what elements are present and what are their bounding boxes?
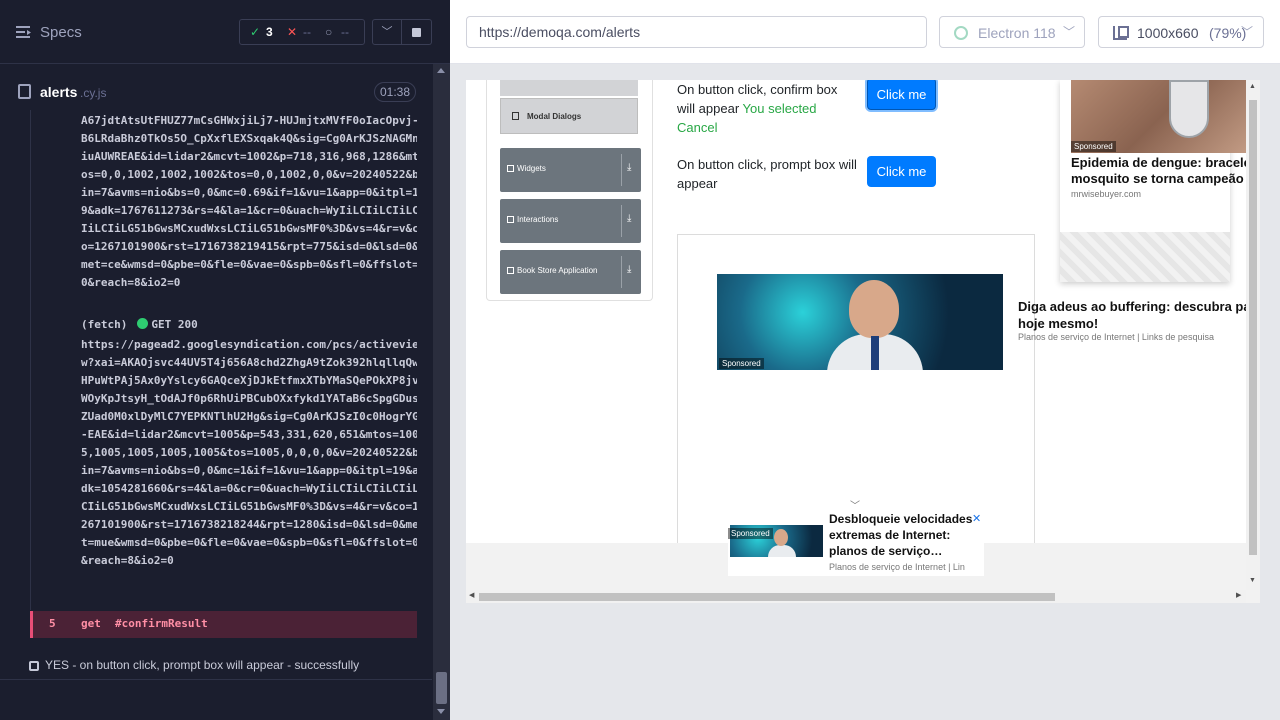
widgets-icon bbox=[507, 165, 514, 172]
log-fetch-url[interactable]: https://pagead2.googlesyndication.com/pc… bbox=[81, 336, 417, 570]
chevron-down-icon[interactable]: ﹀ bbox=[372, 19, 402, 45]
site-left-menu: Modal Dialogs Widgets ⤓ Interactions ⤓ B… bbox=[486, 80, 653, 301]
frame-vertical-scrollbar[interactable]: ▲ ▼ bbox=[1246, 80, 1260, 590]
ad-person-head bbox=[774, 529, 788, 546]
ad-image: Sponsored bbox=[1071, 80, 1251, 153]
divider bbox=[621, 256, 622, 288]
bottom-ad[interactable]: Sponsored Desbloqueie velocidades extrem… bbox=[728, 508, 984, 576]
command-argument: #confirmResult bbox=[115, 617, 208, 630]
divider bbox=[621, 154, 622, 186]
menu-item-modal-dialogs[interactable]: Modal Dialogs bbox=[500, 98, 638, 134]
scroll-up-icon[interactable] bbox=[437, 68, 445, 73]
stop-button[interactable] bbox=[402, 19, 432, 45]
fetch-log-line[interactable]: (fetch) GET 200 bbox=[81, 318, 198, 331]
test-stats: ✓ 3 ✕ -- ○ -- bbox=[239, 19, 365, 45]
prompt-button[interactable]: Click me bbox=[867, 156, 936, 187]
reporter-panel: Specs ✓ 3 ✕ -- ○ -- ﹀ alerts .cy.js 01:3… bbox=[0, 0, 450, 720]
menu-group-book-store[interactable]: Book Store Application ⤓ bbox=[500, 250, 641, 294]
menu-group-label: Interactions bbox=[517, 215, 559, 224]
command-name: get bbox=[81, 617, 101, 630]
log-request-url[interactable]: A67jdtAtsUtFHUZ77mCsGHWxjiLj7-HUJmjtxMVf… bbox=[81, 112, 417, 292]
menu-item-partial[interactable] bbox=[500, 80, 638, 96]
frame-horizontal-scrollbar[interactable]: ◀ ▶ bbox=[466, 590, 1246, 603]
aut-header: https://demoqa.com/alerts Electron 118 ﹀… bbox=[450, 0, 1280, 64]
ad-headline[interactable]: Desbloqueie velocidades extremas de Inte… bbox=[829, 511, 974, 559]
electron-icon bbox=[954, 26, 968, 40]
ad-headline[interactable]: Diga adeus ao buffering: descubra pa hoj… bbox=[1018, 298, 1258, 332]
scrollbar-thumb[interactable] bbox=[436, 672, 447, 704]
download-icon: ⤓ bbox=[627, 264, 632, 275]
ad-source[interactable]: Planos de serviço de Internet | Links de… bbox=[1018, 332, 1258, 342]
ad-person-head bbox=[849, 280, 899, 338]
list-icon bbox=[512, 112, 519, 120]
spec-file-row[interactable]: alerts .cy.js 01:38 bbox=[0, 64, 432, 110]
command-number: 5 bbox=[49, 617, 56, 630]
menu-group-label: Widgets bbox=[517, 164, 546, 173]
download-icon: ⤓ bbox=[627, 162, 632, 173]
sponsored-label: Sponsored bbox=[728, 528, 773, 539]
ad-source: Planos de serviço de Internet | Lin bbox=[829, 562, 965, 572]
scrollbar-thumb[interactable] bbox=[1249, 100, 1257, 555]
test-status-icon bbox=[29, 661, 39, 671]
fetch-status: GET 200 bbox=[151, 318, 198, 331]
browser-label: Electron 118 bbox=[978, 25, 1056, 41]
status-dot-icon bbox=[137, 318, 149, 329]
close-icon[interactable]: ✕ bbox=[972, 512, 981, 525]
spec-duration: 01:38 bbox=[374, 82, 416, 102]
command-log: A67jdtAtsUtFHUZ77mCsGHWxjiLj7-HUJmjtxMVf… bbox=[30, 110, 417, 610]
sponsored-label: Sponsored bbox=[719, 358, 764, 369]
ad-person-tie bbox=[871, 336, 879, 370]
confirm-description: On button click, confirm box will appear… bbox=[677, 80, 857, 137]
failed-count: -- bbox=[303, 25, 311, 39]
viewport-size: 1000x660 bbox=[1137, 25, 1199, 41]
prompt-description: On button click, prompt box will appear bbox=[677, 157, 857, 191]
menu-group-label: Book Store Application bbox=[517, 266, 598, 275]
fetch-label: (fetch) bbox=[81, 318, 128, 331]
scroll-right-icon[interactable]: ▶ bbox=[1236, 591, 1241, 599]
ad-source: mrwisebuyer.com bbox=[1071, 189, 1142, 199]
chevron-down-icon: ﹀ bbox=[1241, 25, 1254, 39]
menu-group-interactions[interactable]: Interactions ⤓ bbox=[500, 199, 641, 243]
confirm-button[interactable]: Click me bbox=[867, 80, 936, 110]
specs-label[interactable]: Specs bbox=[40, 24, 82, 41]
scroll-down-icon[interactable] bbox=[437, 709, 445, 714]
command-row-get[interactable]: 5 get #confirmResult bbox=[30, 611, 417, 638]
ad-device-image bbox=[1169, 80, 1209, 138]
viewport-selector[interactable]: 1000x660 (79%) ﹀ bbox=[1098, 16, 1264, 48]
scroll-down-icon[interactable]: ▼ bbox=[1249, 577, 1256, 584]
book-icon bbox=[507, 267, 514, 274]
passed-check-icon: ✓ bbox=[250, 25, 261, 39]
ad-person-body bbox=[768, 545, 796, 557]
file-icon bbox=[18, 84, 31, 99]
interactions-icon bbox=[507, 216, 514, 223]
divider bbox=[621, 205, 622, 237]
ad-background-pattern bbox=[1060, 232, 1230, 282]
pending-circle-icon: ○ bbox=[325, 25, 333, 39]
app-under-test-frame: Modal Dialogs Widgets ⤓ Interactions ⤓ B… bbox=[466, 80, 1260, 603]
ad-headline[interactable]: Epidemia de dengue: bracele mosquito se … bbox=[1071, 155, 1260, 187]
spec-file-name: alerts bbox=[40, 84, 78, 100]
reporter-header: Specs ✓ 3 ✕ -- ○ -- ﹀ bbox=[0, 0, 450, 64]
scroll-left-icon[interactable]: ◀ bbox=[469, 591, 474, 599]
pending-count: -- bbox=[341, 25, 349, 39]
passed-count: 3 bbox=[266, 25, 273, 39]
failed-x-icon: ✕ bbox=[287, 25, 298, 39]
reporter-scrollbar[interactable] bbox=[433, 64, 450, 720]
spec-file-ext: .cy.js bbox=[80, 86, 107, 100]
test-row[interactable]: YES - on button click, prompt box will a… bbox=[0, 652, 432, 680]
download-icon: ⤓ bbox=[627, 213, 632, 224]
ad-image[interactable]: Sponsored bbox=[717, 274, 1003, 370]
scroll-up-icon[interactable]: ▲ bbox=[1249, 83, 1256, 90]
menu-item-label: Modal Dialogs bbox=[527, 112, 582, 121]
menu-group-widgets[interactable]: Widgets ⤓ bbox=[500, 148, 641, 192]
viewport-icon bbox=[1113, 26, 1129, 40]
url-bar[interactable]: https://demoqa.com/alerts bbox=[466, 16, 927, 48]
sponsored-label: Sponsored bbox=[1071, 141, 1116, 152]
specs-list-icon[interactable] bbox=[16, 25, 32, 39]
test-title: YES - on button click, prompt box will a… bbox=[45, 658, 360, 672]
browser-selector[interactable]: Electron 118 ﹀ bbox=[939, 16, 1085, 48]
chevron-down-icon: ﹀ bbox=[1063, 25, 1076, 39]
side-ad[interactable]: Sponsored Epidemia de dengue: bracele mo… bbox=[1060, 80, 1255, 282]
scrollbar-thumb[interactable] bbox=[479, 593, 1055, 601]
